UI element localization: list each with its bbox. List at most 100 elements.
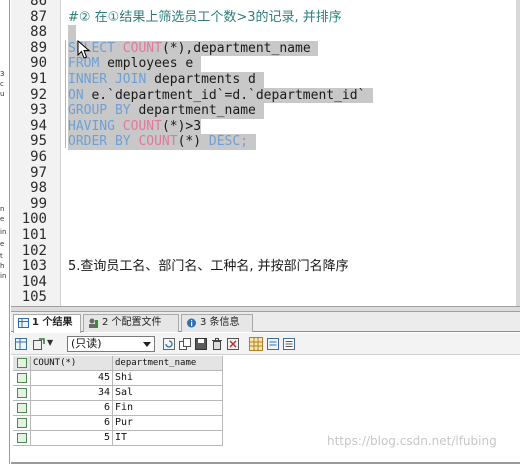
row-checkbox[interactable] bbox=[13, 371, 31, 386]
column-header-count[interactable]: COUNT(*) bbox=[31, 356, 113, 371]
tab-profiles[interactable]: 2 个配置文件 bbox=[83, 314, 179, 332]
line-number: 100 bbox=[21, 211, 47, 228]
sql-text: department_name bbox=[130, 103, 256, 119]
copy-icon[interactable] bbox=[179, 338, 191, 350]
sql-text: (*),department_name bbox=[161, 40, 311, 56]
line-number: 94 bbox=[30, 117, 47, 134]
line-number: 90 bbox=[30, 55, 47, 72]
results-tabbar: 1 个结果 2 个配置文件 3 条信息 bbox=[11, 312, 520, 333]
line-number: 95 bbox=[30, 133, 47, 150]
delete-icon[interactable] bbox=[211, 338, 223, 350]
cell-department-name[interactable]: Shi bbox=[113, 371, 223, 386]
code-selection bbox=[68, 25, 76, 41]
readonly-mode-select[interactable]: (只读) bbox=[67, 336, 155, 352]
line-number: 89 bbox=[30, 39, 47, 56]
cell-department-name[interactable]: Pur bbox=[113, 416, 223, 431]
code-comment: #② 在①结果上筛选员工个数>3的记录, 并排序 bbox=[68, 9, 342, 25]
export-icon[interactable] bbox=[33, 338, 45, 350]
sql-keyword: GROUP BY bbox=[68, 103, 131, 119]
left-window-edge: 3 c u n e in e t h in bbox=[0, 0, 10, 464]
sql-function: COUNT bbox=[130, 134, 178, 150]
line-number: 97 bbox=[30, 164, 47, 181]
tab-results[interactable]: 1 个结果 bbox=[13, 314, 81, 333]
sql-keyword: DESC; bbox=[208, 134, 249, 150]
sql-text: (*)>3 bbox=[161, 118, 202, 134]
sql-text: employees e bbox=[99, 56, 194, 72]
line-number: 102 bbox=[21, 242, 47, 259]
sql-keyword: INNER JOIN bbox=[68, 72, 147, 87]
cell-department-name[interactable]: IT bbox=[113, 431, 223, 446]
sql-function: COUNT bbox=[114, 118, 162, 134]
sql-keyword: ORDER BY bbox=[68, 134, 131, 150]
line-number: 99 bbox=[30, 195, 47, 212]
line-number: 88 bbox=[30, 24, 47, 41]
tab-messages-label: 3 条信息 bbox=[200, 317, 240, 328]
column-header-department-name[interactable]: department_name bbox=[113, 356, 223, 371]
edge-char: e bbox=[0, 240, 5, 248]
select-all-checkbox[interactable] bbox=[13, 356, 31, 371]
export-dropdown-arrow[interactable]: ▼ bbox=[47, 338, 53, 347]
grid-view-icon[interactable] bbox=[15, 338, 27, 350]
line-number: 91 bbox=[30, 71, 47, 87]
fold-guide bbox=[65, 40, 66, 148]
tab-messages[interactable]: 3 条信息 bbox=[181, 314, 253, 332]
form-mode-icon[interactable] bbox=[267, 338, 279, 350]
cell-count[interactable]: 6 bbox=[31, 416, 113, 431]
line-number: 98 bbox=[30, 180, 47, 197]
row-checkbox[interactable] bbox=[13, 401, 31, 416]
code-note: 5.查询员工名、部门名、工种名, 并按部门名降序 bbox=[68, 259, 349, 275]
profile-icon bbox=[89, 318, 98, 328]
readonly-mode-value: (只读) bbox=[71, 337, 102, 350]
chevron-down-icon bbox=[143, 342, 151, 347]
row-checkbox[interactable] bbox=[13, 386, 31, 401]
line-number: 105 bbox=[21, 289, 47, 306]
row-checkbox[interactable] bbox=[13, 416, 31, 431]
edge-char: e bbox=[0, 215, 5, 223]
info-icon bbox=[187, 318, 196, 328]
line-number: 87 bbox=[30, 8, 47, 25]
sql-keyword: SELECT bbox=[68, 40, 115, 56]
line-number: 104 bbox=[21, 273, 47, 290]
cell-count[interactable]: 6 bbox=[31, 401, 113, 416]
cell-count[interactable]: 45 bbox=[31, 371, 113, 386]
line-number: 101 bbox=[21, 227, 47, 243]
edge-char: c bbox=[0, 80, 4, 88]
cancel-changes-icon[interactable] bbox=[227, 338, 239, 350]
text-mode-icon[interactable] bbox=[283, 338, 295, 350]
edge-char: in bbox=[0, 228, 7, 236]
sql-keyword: ON bbox=[68, 87, 84, 103]
line-number: 96 bbox=[30, 149, 47, 165]
edge-char: u bbox=[0, 90, 5, 98]
sql-text: e.`department_id`=d.`department_id` bbox=[83, 87, 366, 103]
line-number-gutter: 86 87 88 89 90 91 92 93 94 95 96 97 98 9… bbox=[11, 0, 61, 306]
mouse-pointer-icon bbox=[77, 40, 91, 59]
cell-count[interactable]: 34 bbox=[31, 386, 113, 401]
cell-count[interactable]: 5 bbox=[31, 431, 113, 446]
sql-text: (*) bbox=[177, 134, 209, 150]
sql-editor[interactable]: 86 87 88 89 90 91 92 93 94 95 96 97 98 9… bbox=[11, 0, 520, 306]
watermark: https://blog.csdn.net/lfubing bbox=[327, 434, 497, 448]
results-panel: 1 个结果 2 个配置文件 3 条信息 ▼ (只读) COUNT(*) depa… bbox=[11, 312, 520, 464]
grid-mode-icon[interactable] bbox=[249, 337, 263, 351]
code-line-join: INNER JOIN departments d bbox=[68, 72, 264, 88]
code-line-order-by: ORDER BY COUNT(*) DESC; bbox=[68, 134, 256, 150]
cell-department-name[interactable]: Sal bbox=[113, 386, 223, 401]
line-number: 92 bbox=[30, 86, 47, 103]
save-icon[interactable] bbox=[195, 338, 207, 350]
results-toolbar: ▼ (只读) bbox=[11, 333, 520, 355]
edge-char: t bbox=[0, 252, 3, 260]
edge-char: 3 bbox=[0, 70, 5, 78]
row-checkbox[interactable] bbox=[13, 431, 31, 446]
line-number: 103 bbox=[21, 258, 47, 275]
tab-profiles-label: 2 个配置文件 bbox=[102, 317, 162, 328]
table-icon bbox=[18, 318, 29, 328]
code-line-select: SELECT COUNT(*),department_name bbox=[68, 40, 319, 57]
sql-text: departments d bbox=[146, 72, 256, 87]
cell-department-name[interactable]: Fin bbox=[113, 401, 223, 416]
line-number: 93 bbox=[30, 102, 47, 119]
code-line-on: ON e.`department_id`=d.`department_id` bbox=[68, 87, 374, 104]
window-shadow bbox=[516, 0, 520, 306]
edge-char: in bbox=[0, 272, 7, 280]
refresh-icon[interactable] bbox=[163, 338, 175, 350]
code-line-group-by: GROUP BY department_name bbox=[68, 103, 264, 119]
